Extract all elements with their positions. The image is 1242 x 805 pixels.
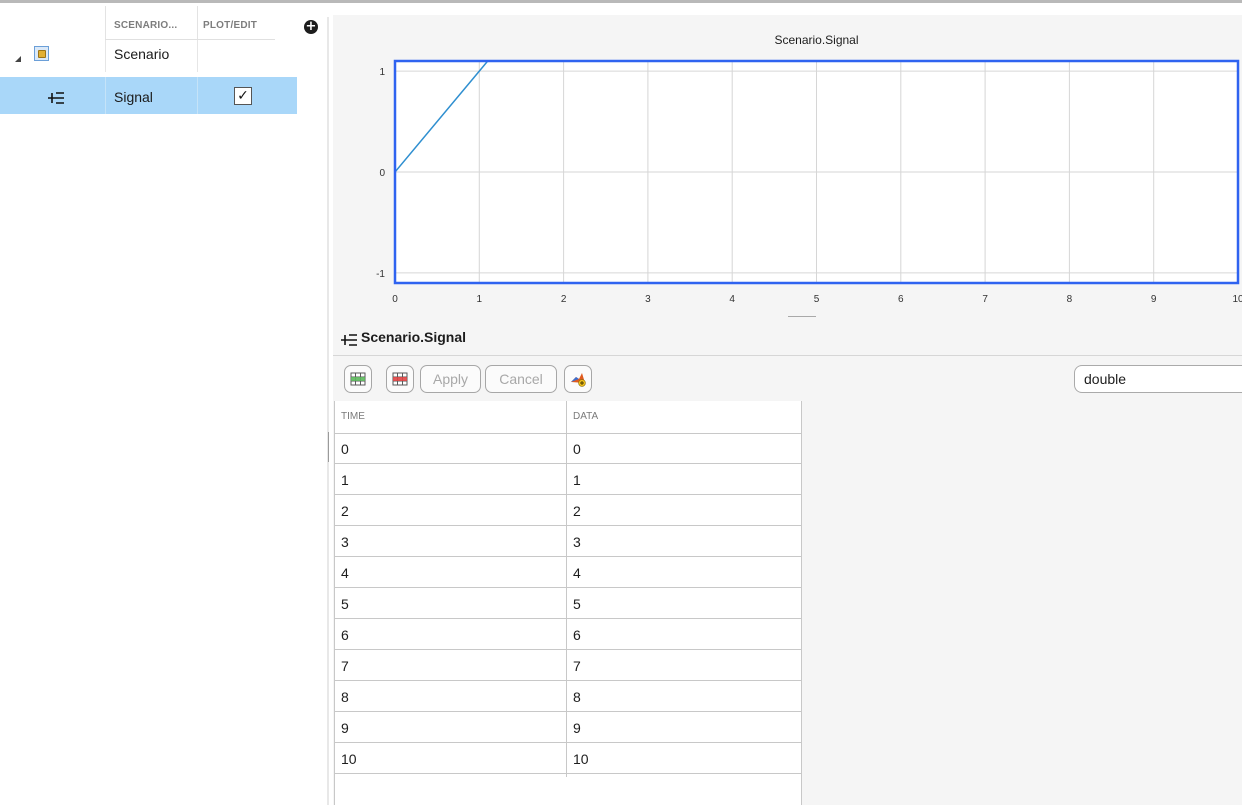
scenario-tree-panel: SCENARIO... PLOT/EDIT Scenario Signal ✓: [0, 3, 298, 805]
tree-cell-divider: [105, 40, 106, 72]
table-cell-time[interactable]: 6: [341, 627, 349, 643]
table-cell-data[interactable]: 3: [573, 534, 581, 550]
tree-cell-divider: [105, 77, 106, 114]
table-cell-data[interactable]: 5: [573, 596, 581, 612]
table-row[interactable]: 33: [335, 526, 801, 557]
signal-icon: [341, 334, 357, 346]
table-cell-data[interactable]: 4: [573, 565, 581, 581]
x-tick-label: 2: [561, 294, 567, 305]
x-tick-label: 9: [1151, 294, 1157, 305]
table-row[interactable]: 00: [335, 433, 801, 464]
tree-header-divider[interactable]: [197, 6, 198, 40]
delete-row-icon: [392, 372, 408, 386]
tree-cell-divider: [197, 40, 198, 72]
x-tick-label: 7: [982, 294, 988, 305]
splitter-grip-horizontal[interactable]: [788, 316, 816, 317]
section-divider: [333, 355, 1242, 356]
tree-header-divider[interactable]: [105, 6, 106, 40]
insert-row-icon: [350, 372, 366, 386]
x-tick-label: 10: [1232, 294, 1242, 305]
plot-edit-checkbox[interactable]: ✓: [234, 87, 252, 105]
table-cell-data[interactable]: 10: [573, 751, 589, 767]
insert-row-button[interactable]: [344, 365, 372, 393]
table-row[interactable]: 11: [335, 464, 801, 495]
x-tick-label: 0: [392, 294, 398, 305]
send-to-matlab-button[interactable]: [564, 365, 592, 393]
table-cell-data[interactable]: 8: [573, 689, 581, 705]
cancel-button[interactable]: Cancel: [485, 365, 557, 393]
table-row[interactable]: 44: [335, 557, 801, 588]
table-header-data[interactable]: DATA: [573, 411, 598, 422]
y-tick-label: -1: [376, 269, 385, 280]
tree-row-label: Signal: [114, 89, 153, 105]
y-tick-label: 1: [379, 67, 385, 78]
x-tick-label: 8: [1067, 294, 1073, 305]
table-cell-data[interactable]: 9: [573, 720, 581, 736]
tree-row-signal[interactable]: Signal ✓: [0, 77, 297, 114]
splitter-grip[interactable]: [328, 432, 329, 462]
table-cell-time[interactable]: 7: [341, 658, 349, 674]
table-header-time[interactable]: TIME: [341, 411, 365, 422]
table-row[interactable]: 66: [335, 619, 801, 650]
table-cell-data[interactable]: 6: [573, 627, 581, 643]
x-tick-label: 5: [814, 294, 820, 305]
table-row[interactable]: 99: [335, 712, 801, 743]
tree-row-scenario[interactable]: Scenario: [0, 40, 298, 72]
x-tick-label: 6: [898, 294, 904, 305]
table-row[interactable]: 10 10: [335, 743, 801, 774]
table-cell-time[interactable]: 2: [341, 503, 349, 519]
x-tick-label: 1: [477, 294, 483, 305]
table-cell-time[interactable]: 9: [341, 720, 349, 736]
table-row[interactable]: 88: [335, 681, 801, 712]
collapse-triangle-icon[interactable]: [14, 55, 22, 63]
delete-row-button[interactable]: [386, 365, 414, 393]
table-row[interactable]: 55: [335, 588, 801, 619]
matlab-add-icon: [571, 373, 586, 387]
add-signal-button[interactable]: +: [304, 20, 318, 34]
scenario-cube-icon: [34, 46, 49, 61]
table-cell-data[interactable]: 2: [573, 503, 581, 519]
table-cell-time[interactable]: 5: [341, 596, 349, 612]
table-cell-time[interactable]: 4: [341, 565, 349, 581]
y-tick-label: 0: [379, 168, 385, 179]
signal-icon: [48, 92, 64, 104]
table-header: TIME DATA: [335, 401, 801, 434]
table-cell-data[interactable]: 1: [573, 472, 581, 488]
signal-data-table: TIME DATA 0 0 1 1 2 2 3 3 4 4 5 5 6 6 7 7 8 8 9 9 10 10: [334, 401, 802, 805]
table-cell-data[interactable]: 0: [573, 441, 581, 457]
apply-button[interactable]: Apply: [420, 365, 481, 393]
table-row[interactable]: 77: [335, 650, 801, 681]
x-tick-label: 3: [645, 294, 651, 305]
data-type-dropdown[interactable]: double: [1074, 365, 1242, 393]
table-cell-time[interactable]: 8: [341, 689, 349, 705]
signal-editor-title: Scenario.Signal: [361, 329, 467, 345]
table-cell-time[interactable]: 0: [341, 441, 349, 457]
tree-row-label: Scenario: [114, 46, 170, 62]
table-row[interactable]: 22: [335, 495, 801, 526]
table-cell-time[interactable]: 10: [341, 751, 357, 767]
signal-plot[interactable]: 0 1 2 3 4 5 6 7 8 9 1010-1: [333, 55, 1242, 315]
x-tick-label: 4: [729, 294, 735, 305]
table-cell-time[interactable]: 1: [341, 472, 349, 488]
table-cell-data[interactable]: 7: [573, 658, 581, 674]
panel-splitter-vertical[interactable]: [327, 17, 329, 805]
tree-column-header-scenario[interactable]: SCENARIO...: [114, 20, 177, 31]
tree-column-header-plot-edit[interactable]: PLOT/EDIT: [203, 20, 257, 31]
chart-title: Scenario.Signal: [774, 33, 859, 47]
tree-cell-divider: [197, 77, 198, 114]
table-cell-time[interactable]: 3: [341, 534, 349, 550]
